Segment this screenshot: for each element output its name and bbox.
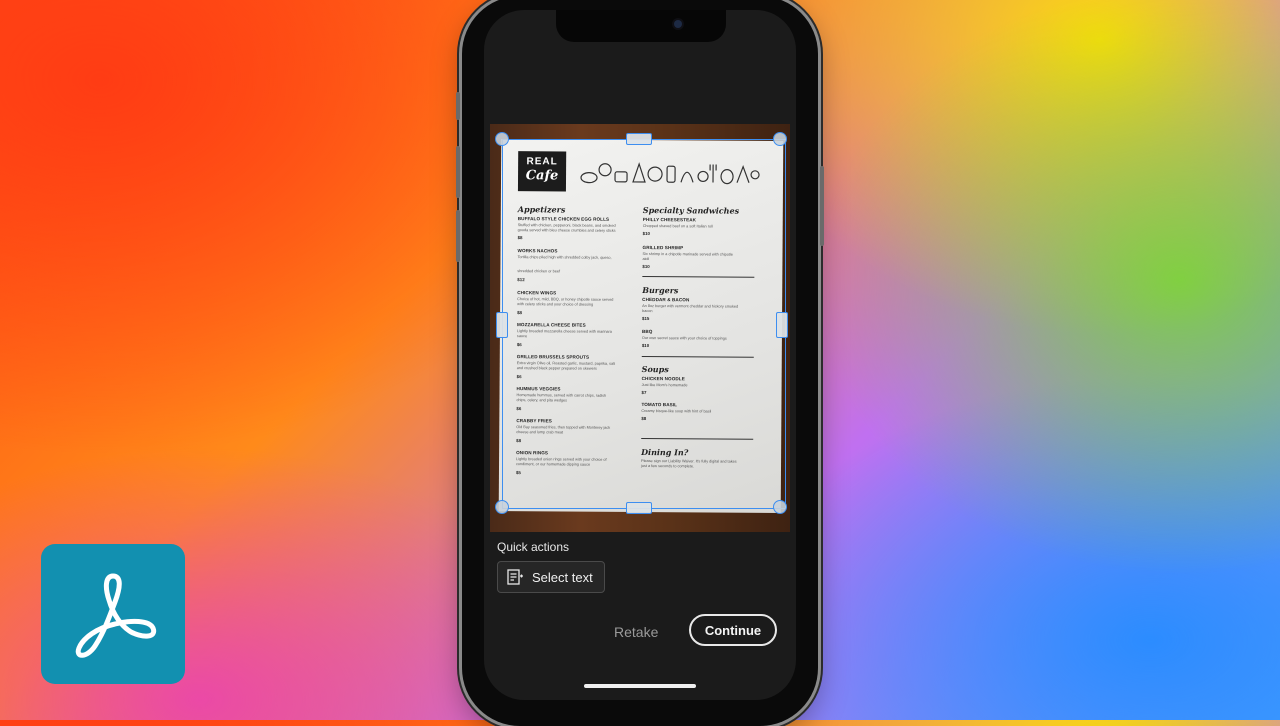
phone-side-button [456,92,460,120]
crop-handle-bottom[interactable] [626,502,652,514]
crop-handle-left[interactable] [496,312,508,338]
phone-frame: REAL Cafe Appetizers BUFFALO STYLE CHICK… [456,0,824,726]
crop-frame[interactable] [502,139,786,509]
crop-handle-bottom-right[interactable] [773,500,787,514]
front-camera [674,20,682,28]
select-text-button[interactable]: Select text [497,561,605,593]
phone-screen: REAL Cafe Appetizers BUFFALO STYLE CHICK… [484,10,796,700]
crop-handle-right[interactable] [776,312,788,338]
crop-handle-top-right[interactable] [773,132,787,146]
retake-button[interactable]: Retake [614,624,658,640]
select-text-label: Select text [532,569,593,585]
phone-volume-up [456,146,460,198]
scan-preview: REAL Cafe Appetizers BUFFALO STYLE CHICK… [490,124,790,532]
quick-actions-label: Quick actions [497,540,570,554]
notch [556,10,726,42]
phone-power-button [820,166,824,246]
phone-volume-down [456,210,460,262]
select-text-icon [507,569,523,585]
acrobat-logo-icon [75,573,157,658]
crop-handle-top[interactable] [626,133,652,145]
home-indicator[interactable] [584,684,696,688]
crop-handle-top-left[interactable] [495,132,509,146]
crop-handle-bottom-left[interactable] [495,500,509,514]
continue-button[interactable]: Continue [689,614,777,646]
acrobat-logo [41,544,185,684]
